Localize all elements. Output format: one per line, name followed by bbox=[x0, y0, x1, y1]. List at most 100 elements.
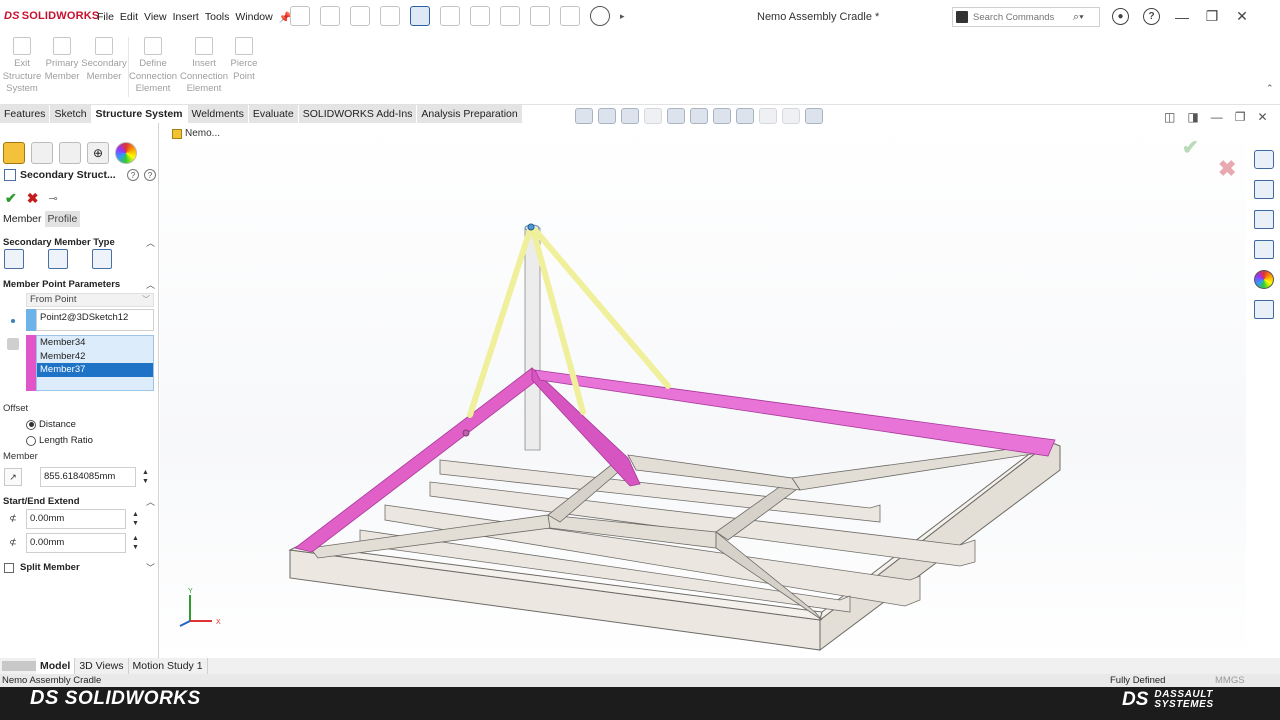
selected-point-marker-2[interactable] bbox=[462, 429, 470, 437]
collapse-right-icon[interactable]: ◨ bbox=[1187, 110, 1198, 124]
ribbon-collapse-icon[interactable]: ⌃ bbox=[1266, 83, 1274, 94]
start-extend-field[interactable]: 0.00mm bbox=[26, 509, 126, 529]
support-plane-type-icon[interactable] bbox=[48, 249, 68, 269]
member-37-highlight[interactable] bbox=[534, 369, 1056, 457]
menu-view[interactable]: View bbox=[144, 11, 167, 24]
dynamic-annotation-icon[interactable] bbox=[667, 108, 685, 124]
pushpin-icon[interactable]: ⊸ bbox=[48, 192, 57, 205]
selected-point-marker[interactable] bbox=[527, 223, 535, 231]
design-library-icon[interactable] bbox=[1254, 180, 1274, 199]
status-unit-system[interactable]: MMGS bbox=[1215, 674, 1245, 687]
subtab-profile[interactable]: Profile bbox=[44, 211, 81, 227]
list-item-member34[interactable]: Member34 bbox=[37, 336, 153, 350]
tab-structure-system[interactable]: Structure System bbox=[91, 105, 188, 123]
secondary-member-button[interactable]: Secondary Member bbox=[81, 37, 127, 83]
offset-length-ratio-option[interactable]: Length Ratio bbox=[26, 435, 93, 446]
radio-distance[interactable] bbox=[26, 419, 36, 430]
radio-length-ratio[interactable] bbox=[26, 435, 36, 446]
tab-weldments[interactable]: Weldments bbox=[187, 105, 249, 123]
up-to-members-type-icon[interactable] bbox=[92, 249, 112, 269]
view-palette-icon[interactable] bbox=[1254, 240, 1274, 259]
search-icon[interactable]: ⌕▾ bbox=[1073, 11, 1084, 24]
file-properties-icon[interactable] bbox=[560, 6, 580, 26]
secondary-member-type-group[interactable]: Secondary Member Type ︿ bbox=[3, 236, 155, 249]
point-selection-box[interactable]: Point2@3DSketch12 bbox=[36, 309, 154, 331]
configuration-manager-tab-icon[interactable] bbox=[59, 142, 81, 164]
collapse-left-icon[interactable]: ◫ bbox=[1164, 110, 1175, 124]
chevron-down-icon[interactable]: ﹀ bbox=[146, 561, 155, 574]
center-post[interactable] bbox=[524, 227, 541, 451]
end-extend-field[interactable]: 0.00mm bbox=[26, 533, 126, 553]
split-member-checkbox[interactable] bbox=[4, 562, 14, 573]
tab-solidworks-add-ins[interactable]: SOLIDWORKS Add-Ins bbox=[298, 105, 418, 123]
doc-restore-icon[interactable]: ❐ bbox=[1235, 110, 1246, 124]
new-document-icon[interactable] bbox=[320, 6, 340, 26]
members-selection-list[interactable]: Member34 Member42 Member37 bbox=[36, 335, 154, 391]
redo-icon[interactable] bbox=[470, 6, 490, 26]
apply-scene-icon[interactable] bbox=[782, 108, 800, 124]
doc-minimize-icon[interactable]: — bbox=[1211, 110, 1223, 124]
previous-view-icon[interactable] bbox=[621, 108, 639, 124]
property-manager-tab-icon[interactable] bbox=[31, 142, 53, 164]
tab-scroll-controls[interactable] bbox=[2, 661, 36, 671]
solidworks-resources-icon[interactable] bbox=[1254, 150, 1274, 169]
flip-direction-icon[interactable]: ↗ bbox=[4, 468, 22, 486]
close-icon[interactable]: ✕ bbox=[1234, 8, 1250, 25]
menu-edit[interactable]: Edit bbox=[120, 11, 138, 24]
member-distance-field[interactable]: 855.6184085mm bbox=[40, 467, 136, 487]
hide-show-items-icon[interactable] bbox=[736, 108, 754, 124]
between-members-type-icon[interactable] bbox=[4, 249, 24, 269]
offset-distance-option[interactable]: Distance bbox=[26, 419, 76, 430]
primary-member-button[interactable]: Primary Member bbox=[43, 37, 81, 83]
list-item-member37[interactable]: Member37 bbox=[37, 363, 153, 377]
view-settings-icon[interactable] bbox=[805, 108, 823, 124]
ok-check-icon[interactable]: ✔ bbox=[5, 190, 17, 207]
custom-properties-icon[interactable] bbox=[1254, 300, 1274, 319]
menu-tools[interactable]: Tools bbox=[205, 11, 230, 24]
display-style-icon[interactable] bbox=[713, 108, 731, 124]
cancel-x-icon[interactable]: ✖ bbox=[27, 190, 39, 207]
file-explorer-icon[interactable] bbox=[1254, 210, 1274, 229]
feature-manager-tab-icon[interactable] bbox=[3, 142, 25, 164]
define-connection-element-button[interactable]: Define Connection Element bbox=[128, 37, 178, 96]
tab-analysis-preparation[interactable]: Analysis Preparation bbox=[417, 105, 523, 123]
point-mode-select[interactable]: From Point ﹀ bbox=[26, 293, 154, 307]
help-question-icon[interactable]: ? bbox=[127, 169, 139, 181]
save-icon[interactable] bbox=[380, 6, 400, 26]
exit-structure-system-button[interactable]: Exit Structure System bbox=[2, 37, 42, 96]
options-gear-icon[interactable] bbox=[590, 6, 610, 26]
tab-features[interactable]: Features bbox=[0, 105, 51, 123]
chevron-right-icon[interactable]: ▸ bbox=[620, 11, 625, 22]
end-extend-spinner[interactable]: ▲ ▼ bbox=[132, 534, 139, 552]
select-icon[interactable] bbox=[500, 6, 520, 26]
help-icon[interactable]: ? bbox=[1143, 8, 1160, 25]
list-item-member42[interactable]: Member42 bbox=[37, 350, 153, 364]
tab-evaluate[interactable]: Evaluate bbox=[248, 105, 299, 123]
tab-model[interactable]: Model bbox=[36, 658, 76, 674]
section-view-icon[interactable] bbox=[644, 108, 662, 124]
home-icon[interactable] bbox=[290, 6, 310, 26]
view-orientation-icon[interactable] bbox=[690, 108, 708, 124]
help-info-icon[interactable]: ? bbox=[144, 169, 156, 181]
display-manager-tab-icon[interactable] bbox=[115, 142, 137, 164]
start-end-extend-group[interactable]: Start/End Extend ︿ bbox=[3, 495, 155, 508]
chevron-up-icon[interactable]: ︿ bbox=[146, 278, 155, 291]
undo-icon[interactable] bbox=[440, 6, 460, 26]
search-input[interactable] bbox=[973, 11, 1073, 23]
subtab-member[interactable]: Member bbox=[0, 211, 45, 227]
zoom-to-area-icon[interactable] bbox=[598, 108, 616, 124]
member-distance-spinner[interactable]: ▲ ▼ bbox=[142, 468, 149, 486]
chevron-up-icon[interactable]: ︿ bbox=[146, 495, 155, 508]
tab-sketch[interactable]: Sketch bbox=[50, 105, 92, 123]
minimize-icon[interactable]: — bbox=[1174, 9, 1190, 25]
chevron-up-icon[interactable]: ︿ bbox=[146, 236, 155, 249]
tab-motion-study-1[interactable]: Motion Study 1 bbox=[129, 658, 208, 674]
insert-connection-element-button[interactable]: Insert Connection Element bbox=[179, 37, 229, 96]
appearances-icon[interactable] bbox=[1254, 270, 1274, 289]
dimxpert-tab-icon[interactable]: ⊕ bbox=[87, 142, 109, 164]
restore-icon[interactable]: ❐ bbox=[1204, 8, 1220, 25]
user-account-icon[interactable]: ● bbox=[1112, 8, 1129, 25]
menu-window[interactable]: Window bbox=[235, 11, 272, 24]
menu-insert[interactable]: Insert bbox=[173, 11, 199, 24]
structure-model-view[interactable] bbox=[160, 123, 1246, 658]
